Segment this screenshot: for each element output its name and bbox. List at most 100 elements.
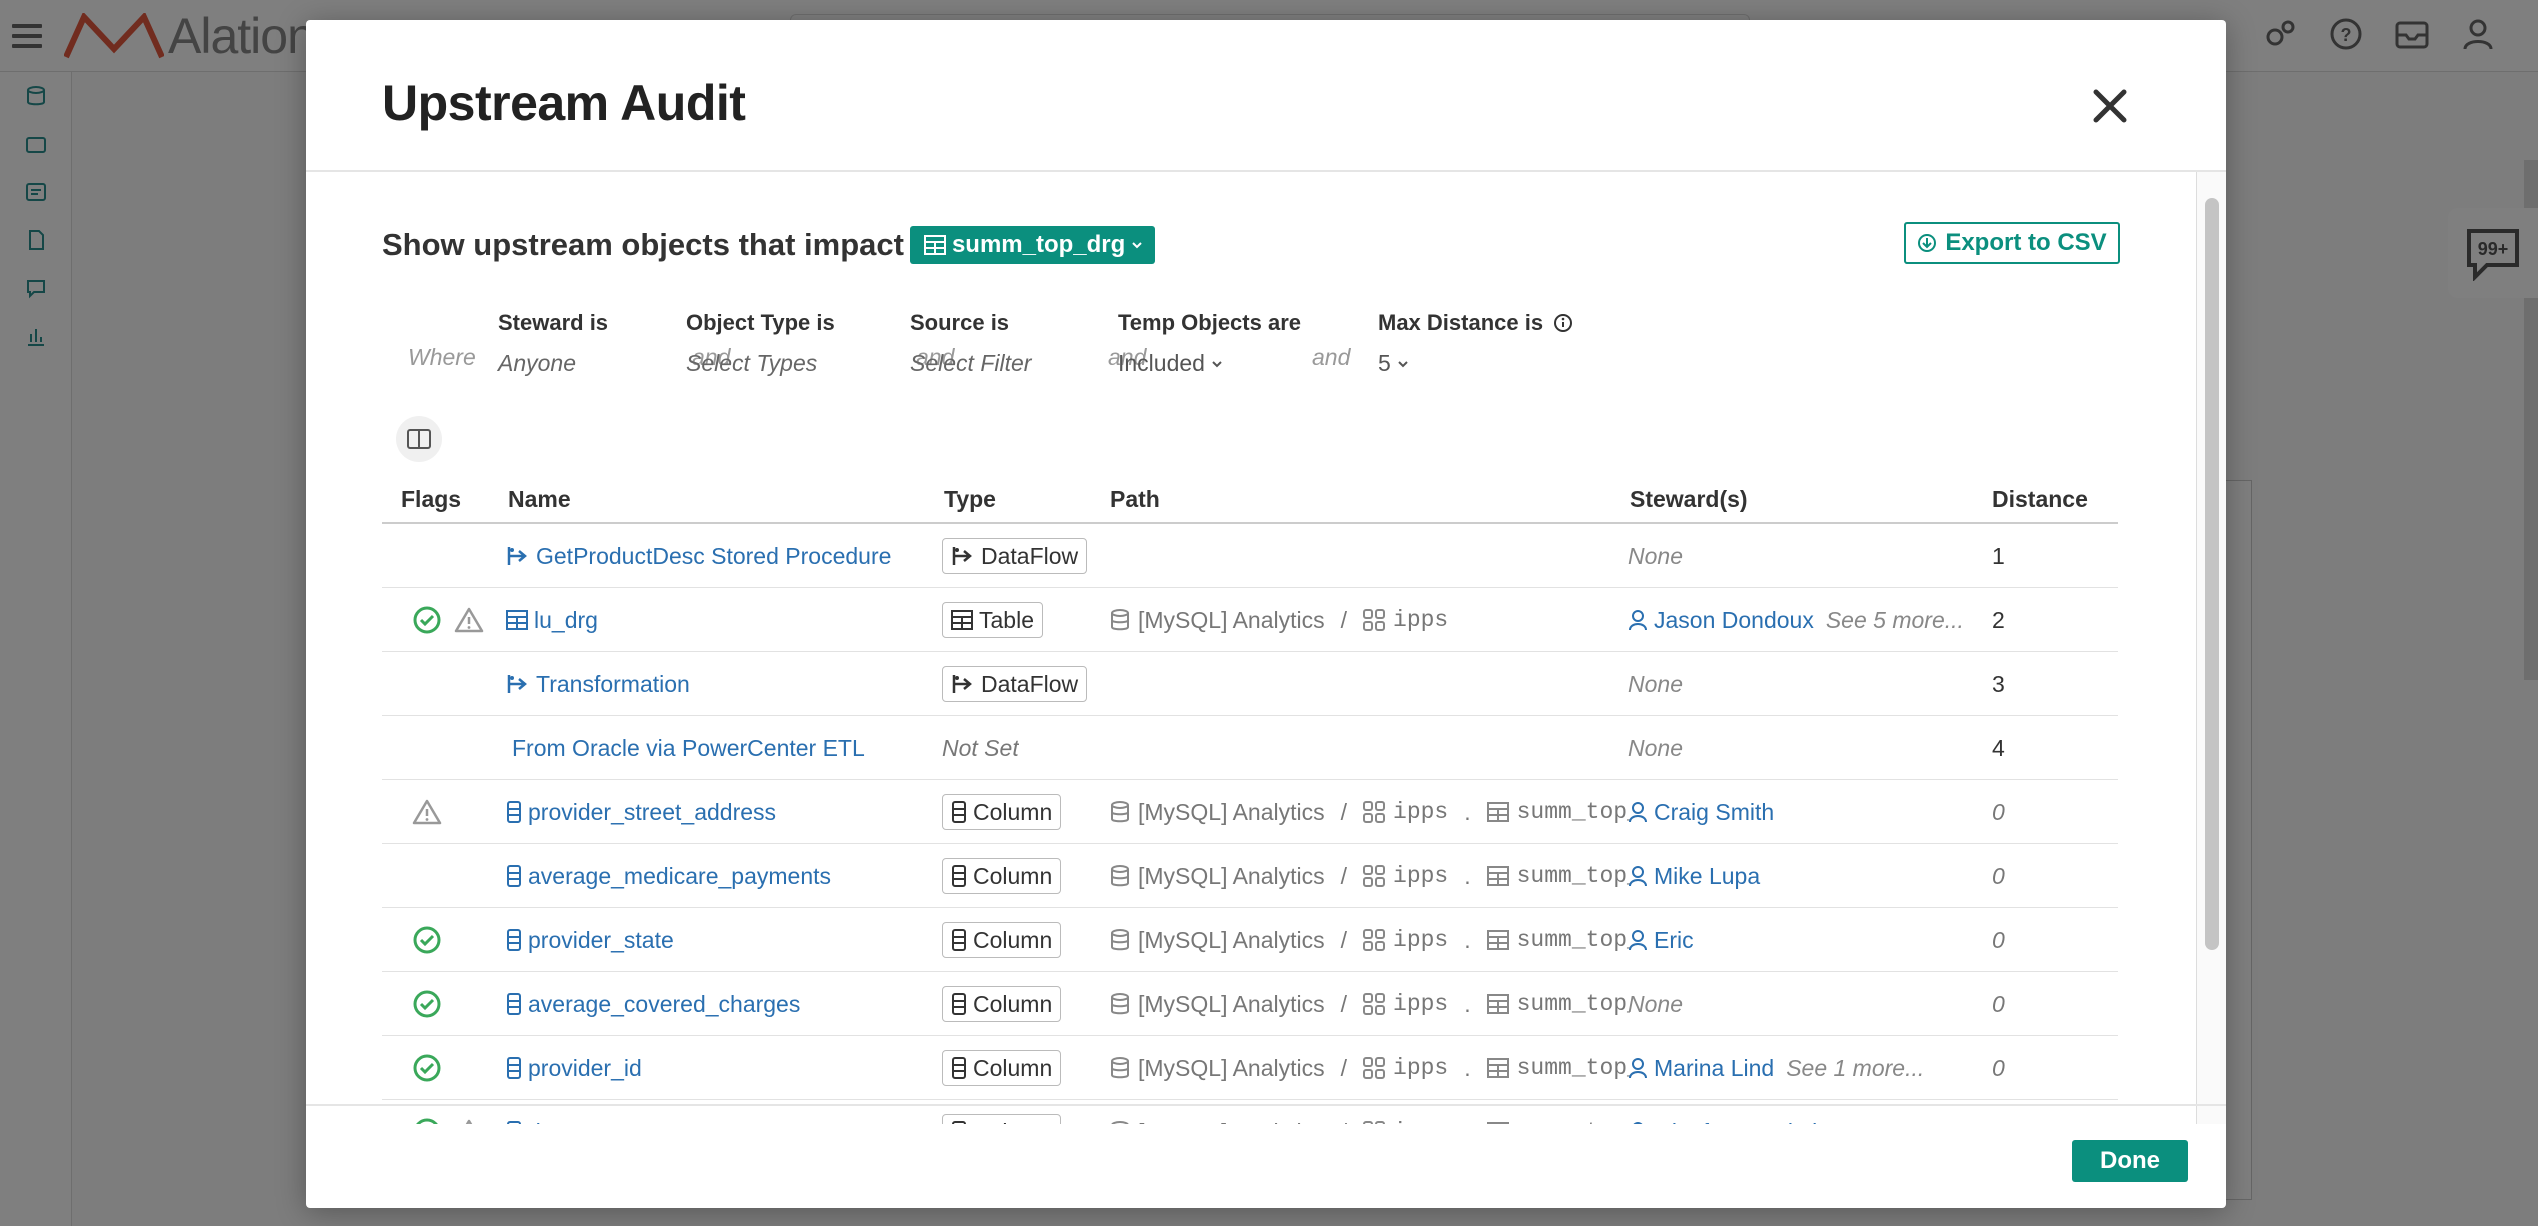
path-schema[interactable]: ipps bbox=[1393, 991, 1448, 1017]
row-path bbox=[1110, 716, 1630, 780]
object-type-filter[interactable]: Object Type is Select Types bbox=[686, 310, 835, 377]
row-name-link[interactable]: provider_state bbox=[506, 908, 674, 972]
table-row[interactable]: provider_street_address Column [MySQL] Ana… bbox=[382, 780, 2118, 844]
export-to-csv-button[interactable]: Export to CSV bbox=[1904, 222, 2120, 264]
table-row[interactable]: lu_drg Table [MySQL] Analytics / ipps Jason D… bbox=[382, 588, 2118, 652]
row-name-link[interactable]: provider_street_address bbox=[506, 780, 776, 844]
row-name-text: From Oracle via PowerCenter ETL bbox=[512, 734, 865, 761]
user-icon bbox=[1628, 865, 1648, 887]
temp-objects-dropdown[interactable]: Included bbox=[1118, 350, 1301, 377]
object-selector-button[interactable]: summ_top_drg bbox=[909, 226, 1156, 264]
table-row[interactable]: provider_state Column [MySQL] Analytics / ip… bbox=[382, 908, 2118, 972]
table-row[interactable]: From Oracle via PowerCenter ETL Not Set No… bbox=[382, 716, 2118, 780]
path-schema[interactable]: ipps bbox=[1393, 607, 1448, 633]
path-table[interactable]: summ_top_drg bbox=[1517, 1055, 1630, 1081]
source-filter[interactable]: Source is Select Filter bbox=[910, 310, 1031, 377]
steward-none: None bbox=[1628, 734, 1683, 761]
object-type-filter-value[interactable]: Select Types bbox=[686, 350, 835, 377]
steward-link[interactable]: Eric bbox=[1654, 927, 1694, 954]
path-schema[interactable]: ipps bbox=[1393, 863, 1448, 889]
max-distance-label-text: Max Distance is bbox=[1378, 310, 1544, 335]
path-source[interactable]: [MySQL] Analytics bbox=[1138, 607, 1325, 634]
schema-icon bbox=[1363, 1057, 1386, 1079]
path-schema[interactable]: ipps bbox=[1393, 799, 1448, 825]
steward-link[interactable]: Craig Smith bbox=[1654, 799, 1774, 826]
object-name: summ_top_drg bbox=[951, 231, 1126, 258]
path-table[interactable]: summ_top_drg bbox=[1517, 863, 1630, 889]
path-table[interactable]: summ_top_drg bbox=[1517, 927, 1630, 953]
database-icon bbox=[1110, 929, 1130, 951]
object-type-filter-label: Object Type is bbox=[686, 310, 835, 335]
steward-filter[interactable]: Steward is Anyone bbox=[498, 310, 608, 377]
row-name-link[interactable]: GetProductDesc Stored Procedure bbox=[506, 524, 891, 588]
row-name-text: provider_street_address bbox=[528, 798, 777, 825]
row-type: Column bbox=[942, 844, 1062, 908]
steward-link[interactable]: Mike Lupa bbox=[1654, 863, 1760, 890]
see-more-link[interactable]: See 1 more... bbox=[1786, 1055, 1924, 1082]
scroll-thumb[interactable] bbox=[2205, 198, 2219, 950]
path-separator: / bbox=[1340, 926, 1348, 953]
header-name[interactable]: Name bbox=[508, 486, 571, 513]
column-icon bbox=[951, 1057, 967, 1079]
impact-label: Show upstream objects that impact bbox=[382, 227, 904, 262]
user-icon bbox=[1628, 801, 1648, 823]
row-path bbox=[1110, 524, 1630, 588]
path-schema[interactable]: ipps bbox=[1393, 927, 1448, 953]
header-type[interactable]: Type bbox=[944, 486, 996, 513]
steward-link[interactable]: Jason Dondoux bbox=[1654, 607, 1814, 634]
dataflow-icon bbox=[506, 673, 530, 695]
path-schema[interactable]: ipps bbox=[1393, 1055, 1448, 1081]
header-path[interactable]: Path bbox=[1110, 486, 1160, 513]
schema-icon bbox=[1363, 801, 1386, 823]
steward-filter-value[interactable]: Anyone bbox=[498, 350, 608, 377]
steward-link[interactable]: Marina Lind bbox=[1654, 1055, 1774, 1082]
column-icon bbox=[506, 801, 522, 823]
path-source[interactable]: [MySQL] Analytics bbox=[1138, 1055, 1325, 1082]
row-name-text: lu_drg bbox=[534, 606, 598, 633]
temp-objects-filter[interactable]: Temp Objects are Included bbox=[1118, 310, 1301, 377]
header-stewards[interactable]: Steward(s) bbox=[1630, 486, 1748, 513]
see-more-link[interactable]: See 5 more... bbox=[1826, 607, 1964, 634]
info-icon[interactable] bbox=[1553, 313, 1573, 333]
modal-scrollbar[interactable] bbox=[2196, 172, 2226, 1124]
row-stewards: None bbox=[1628, 716, 1978, 780]
row-name-link[interactable]: average_medicare_payments bbox=[506, 844, 831, 908]
path-table[interactable]: summ_top_drg bbox=[1517, 799, 1630, 825]
row-name-link[interactable]: lu_drg bbox=[506, 588, 598, 652]
max-distance-dropdown[interactable]: 5 bbox=[1378, 350, 1573, 377]
source-filter-value[interactable]: Select Filter bbox=[910, 350, 1031, 377]
table-icon bbox=[1486, 802, 1509, 822]
path-separator: . bbox=[1464, 990, 1471, 1017]
header-distance[interactable]: Distance bbox=[1992, 486, 2088, 513]
close-icon[interactable] bbox=[2090, 86, 2130, 126]
row-name-link[interactable]: Transformation bbox=[506, 652, 690, 716]
path-separator: / bbox=[1340, 606, 1348, 633]
chevron-down-icon bbox=[1398, 360, 1408, 367]
table-icon bbox=[1486, 1058, 1509, 1078]
row-name-link[interactable]: From Oracle via PowerCenter ETL bbox=[512, 716, 865, 780]
row-name-link[interactable]: average_covered_charges bbox=[506, 972, 800, 1036]
table-row[interactable]: average_covered_charges Column [MySQL] Ana… bbox=[382, 972, 2118, 1036]
warning-flag-icon bbox=[412, 798, 442, 826]
header-flags[interactable]: Flags bbox=[401, 486, 461, 513]
row-distance: 2 bbox=[1992, 606, 2005, 633]
schema-icon bbox=[1363, 609, 1386, 631]
table-row[interactable]: GetProductDesc Stored Procedure DataFlow N… bbox=[382, 524, 2118, 588]
type-text: DataFlow bbox=[981, 542, 1079, 569]
table-icon bbox=[923, 235, 946, 255]
path-source[interactable]: [MySQL] Analytics bbox=[1138, 927, 1325, 954]
row-distance: 0 bbox=[1992, 798, 2005, 825]
row-name-link[interactable]: provider_id bbox=[506, 1036, 642, 1100]
max-distance-filter[interactable]: Max Distance is 5 bbox=[1378, 310, 1573, 377]
done-button[interactable]: Done bbox=[2072, 1140, 2188, 1182]
path-table[interactable]: summ_top_drg bbox=[1517, 991, 1630, 1017]
table-row[interactable]: average_medicare_payments Column [MySQL] A… bbox=[382, 844, 2118, 908]
chevron-down-icon bbox=[1132, 242, 1143, 249]
column-toggle-button[interactable] bbox=[396, 416, 442, 462]
table-row[interactable]: provider_id Column [MySQL] Analytics / ipps.… bbox=[382, 1036, 2118, 1100]
row-flags bbox=[412, 780, 442, 844]
path-source[interactable]: [MySQL] Analytics bbox=[1138, 799, 1325, 826]
path-source[interactable]: [MySQL] Analytics bbox=[1138, 863, 1325, 890]
table-row[interactable]: Transformation DataFlow None 3 bbox=[382, 652, 2118, 716]
path-source[interactable]: [MySQL] Analytics bbox=[1138, 991, 1325, 1018]
